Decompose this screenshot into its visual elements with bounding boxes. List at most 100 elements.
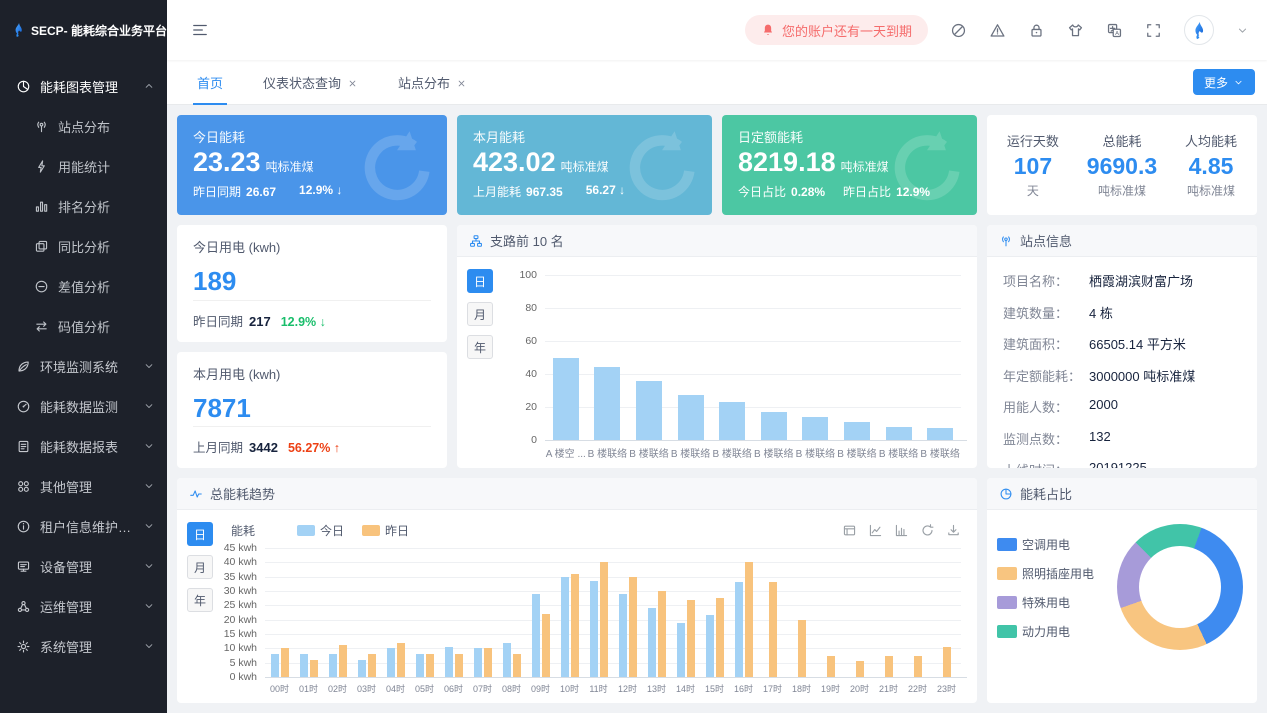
- branch-toggle-日[interactable]: 日: [467, 269, 493, 293]
- bar[interactable]: [636, 381, 662, 440]
- bar-今日[interactable]: [416, 654, 424, 677]
- avatar[interactable]: [1184, 15, 1214, 45]
- trend-toggle-日[interactable]: 日: [187, 522, 213, 546]
- bar-昨日[interactable]: [571, 574, 579, 677]
- tab-仪表状态查询[interactable]: 仪表状态查询: [257, 60, 364, 105]
- more-button[interactable]: 更多: [1193, 69, 1255, 95]
- sidebar-subitem-站点分布[interactable]: 站点分布: [0, 106, 167, 146]
- bar-今日[interactable]: [532, 594, 540, 677]
- bar-今日[interactable]: [271, 654, 279, 677]
- bar-今日[interactable]: [677, 623, 685, 677]
- usage-subline: 昨日同期21712.9% ↓: [193, 301, 431, 330]
- bar-昨日[interactable]: [513, 654, 521, 677]
- bar[interactable]: [553, 358, 579, 441]
- bar-今日[interactable]: [329, 654, 337, 677]
- translate-icon[interactable]: A: [1106, 22, 1123, 39]
- trend-toggle-年[interactable]: 年: [187, 588, 213, 612]
- bar-昨日[interactable]: [629, 577, 637, 677]
- refresh-icon[interactable]: [920, 523, 935, 538]
- fullscreen-icon[interactable]: [1145, 22, 1162, 39]
- bar-昨日[interactable]: [339, 645, 347, 677]
- close-icon[interactable]: [347, 77, 358, 88]
- tshirt-icon[interactable]: [1067, 22, 1084, 39]
- bar-昨日[interactable]: [885, 656, 893, 678]
- sidebar-subitem-同比分析[interactable]: 同比分析: [0, 226, 167, 266]
- donut-legend-item-照明插座用电[interactable]: 照明插座用电: [997, 565, 1094, 582]
- bar[interactable]: [678, 395, 704, 440]
- bar-昨日[interactable]: [827, 656, 835, 678]
- sidebar-item-能耗数据报表[interactable]: 能耗数据报表: [0, 426, 167, 466]
- close-icon[interactable]: [456, 77, 467, 88]
- lock-icon[interactable]: [1028, 22, 1045, 39]
- bar-昨日[interactable]: [914, 656, 922, 678]
- bar-昨日[interactable]: [687, 600, 695, 677]
- bar[interactable]: [761, 412, 787, 440]
- bar-昨日[interactable]: [745, 562, 753, 677]
- bar[interactable]: [927, 428, 953, 440]
- bar[interactable]: [844, 422, 870, 440]
- sidebar-item-系统管理[interactable]: 系统管理: [0, 626, 167, 666]
- sidebar-item-能耗图表管理[interactable]: 能耗图表管理: [0, 66, 167, 106]
- bar-今日[interactable]: [300, 654, 308, 677]
- bar-昨日[interactable]: [397, 643, 405, 677]
- bar-昨日[interactable]: [658, 591, 666, 677]
- donut-legend-item-特殊用电[interactable]: 特殊用电: [997, 594, 1094, 611]
- bar-昨日[interactable]: [484, 648, 492, 677]
- branch-toggle-年[interactable]: 年: [467, 335, 493, 359]
- bar[interactable]: [594, 367, 620, 440]
- sidebar-subitem-差值分析[interactable]: 差值分析: [0, 266, 167, 306]
- donut-legend-item-空调用电[interactable]: 空调用电: [997, 536, 1094, 553]
- palette-icon[interactable]: [950, 22, 967, 39]
- bar-今日[interactable]: [445, 647, 453, 677]
- trend-toggle-月[interactable]: 月: [187, 555, 213, 579]
- sidebar-item-能耗数据监测[interactable]: 能耗数据监测: [0, 386, 167, 426]
- sidebar-item-租户信息维护管理[interactable]: 租户信息维护管理: [0, 506, 167, 546]
- bar-今日[interactable]: [358, 660, 366, 677]
- bar-昨日[interactable]: [943, 647, 951, 677]
- bar[interactable]: [886, 427, 912, 440]
- bar-昨日[interactable]: [856, 661, 864, 677]
- sidebar-subitem-排名分析[interactable]: 排名分析: [0, 186, 167, 226]
- tab-站点分布[interactable]: 站点分布: [392, 60, 473, 105]
- bar-今日[interactable]: [503, 643, 511, 677]
- download-icon[interactable]: [946, 523, 961, 538]
- bar-今日[interactable]: [619, 594, 627, 677]
- bar-昨日[interactable]: [542, 614, 550, 677]
- bar-昨日[interactable]: [769, 582, 777, 677]
- bar-今日[interactable]: [474, 648, 482, 677]
- bar-昨日[interactable]: [426, 654, 434, 677]
- bar-今日[interactable]: [735, 582, 743, 677]
- bar-chart-icon[interactable]: [894, 523, 909, 538]
- user-menu-chevron-icon[interactable]: [1236, 24, 1249, 37]
- bar-昨日[interactable]: [368, 654, 376, 677]
- bar-昨日[interactable]: [600, 562, 608, 677]
- donut-legend-item-动力用电[interactable]: 动力用电: [997, 623, 1094, 640]
- sidebar-subitem-码值分析[interactable]: 码值分析: [0, 306, 167, 346]
- bar-今日[interactable]: [706, 615, 714, 677]
- bar-昨日[interactable]: [281, 648, 289, 677]
- sidebar-subitem-用能统计[interactable]: 用能统计: [0, 146, 167, 186]
- bar[interactable]: [719, 402, 745, 440]
- bar-今日[interactable]: [648, 608, 656, 677]
- tab-首页[interactable]: 首页: [191, 60, 229, 105]
- menu-collapse-icon[interactable]: [191, 21, 209, 39]
- bar[interactable]: [802, 417, 828, 440]
- bar-今日[interactable]: [590, 581, 598, 677]
- account-expiry-alert[interactable]: 您的账户还有一天到期: [745, 15, 928, 45]
- sidebar-item-环境监测系统[interactable]: 环境监测系统: [0, 346, 167, 386]
- bar-昨日[interactable]: [455, 654, 463, 677]
- bar-今日[interactable]: [561, 577, 569, 677]
- sidebar-item-设备管理[interactable]: 设备管理: [0, 546, 167, 586]
- sidebar-item-运维管理[interactable]: 运维管理: [0, 586, 167, 626]
- bar-昨日[interactable]: [798, 620, 806, 677]
- bar-今日[interactable]: [387, 648, 395, 677]
- legend-item-今日[interactable]: 今日: [297, 522, 344, 539]
- branch-toggle-月[interactable]: 月: [467, 302, 493, 326]
- line-chart-icon[interactable]: [868, 523, 883, 538]
- warning-icon[interactable]: [989, 22, 1006, 39]
- bar-昨日[interactable]: [310, 660, 318, 677]
- data-view-icon[interactable]: [842, 523, 857, 538]
- sidebar-item-其他管理[interactable]: 其他管理: [0, 466, 167, 506]
- bar-昨日[interactable]: [716, 598, 724, 677]
- legend-item-昨日[interactable]: 昨日: [362, 522, 409, 539]
